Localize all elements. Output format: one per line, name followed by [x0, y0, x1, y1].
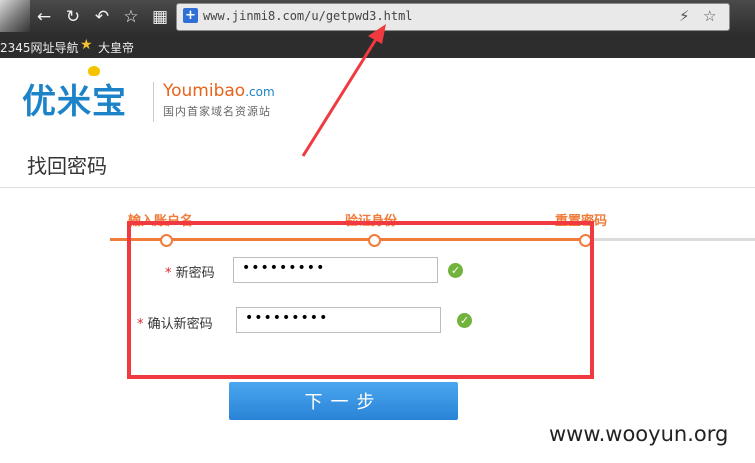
watermark: www.wooyun.org — [549, 422, 729, 446]
annotation-arrow-icon — [301, 24, 386, 157]
